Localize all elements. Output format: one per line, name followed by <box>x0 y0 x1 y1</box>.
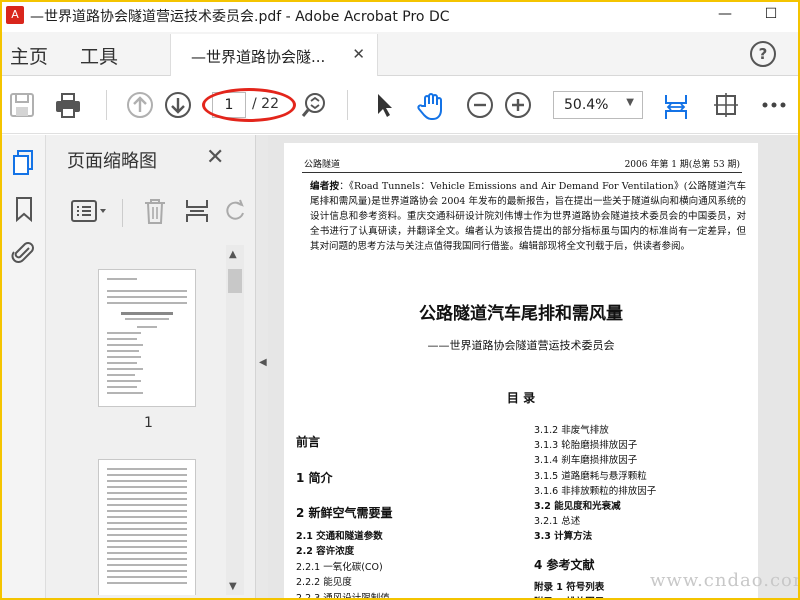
maximize-button[interactable]: ☐ <box>748 2 794 28</box>
toc-entry: 3.2 能见度和光衰减 <box>534 501 621 512</box>
thumbnail-scrollbar[interactable]: ▲ ▼ <box>226 245 244 595</box>
page-thumbnail[interactable] <box>98 459 196 595</box>
toc-entry: 2.2.2 能见度 <box>296 577 352 588</box>
thumbnail-options-icon[interactable] <box>70 197 110 225</box>
select-pointer-icon[interactable] <box>370 91 398 119</box>
acrobat-window: A —世界道路协会隧道营运技术委员会.pdf - Adobe Acrobat P… <box>2 2 798 598</box>
close-tab-icon[interactable]: ✕ <box>352 45 365 63</box>
title-bar: A —世界道路协会隧道营运技术委员会.pdf - Adobe Acrobat P… <box>2 2 798 28</box>
document-view[interactable]: 公路隧道 2006 年第 1 期(总第 53 期) 编者按：《Road Tunn… <box>268 135 798 598</box>
toc-heading: 目 录 <box>506 391 536 405</box>
toc-entry: 2.1 交通和隧道参数 <box>296 530 383 542</box>
thumbnail-page-number: 1 <box>144 415 153 431</box>
more-tools-icon[interactable] <box>760 91 788 119</box>
tab-bar: 主页 工具 —世界道路协会隧... ✕ ? <box>2 32 798 76</box>
full-screen-icon[interactable] <box>712 91 740 119</box>
document-subtitle: ——世界道路协会隧道营运技术委员会 <box>427 339 615 352</box>
save-icon[interactable] <box>8 91 36 119</box>
toc-entry: 2 新鲜空气需要量 <box>296 506 393 520</box>
toc-entry: 3.1.2 非废气排放 <box>534 425 609 436</box>
toc-entry: 3.1.3 轮胎磨损排放因子 <box>534 440 638 452</box>
toc-entry: 3.1.5 道路磨耗与悬浮颗粒 <box>534 470 647 482</box>
panel-title: 页面缩略图 <box>67 151 157 172</box>
panel-collapse-handle[interactable]: ◀ <box>256 135 268 598</box>
zoom-level-value: 50.4% <box>564 97 609 113</box>
tab-document[interactable]: —世界道路协会隧... ✕ <box>170 34 378 76</box>
thumbnails-panel: 页面缩略图 ✕ 1 ▲ ▼ <box>46 135 256 598</box>
insert-page-icon[interactable] <box>184 197 210 225</box>
pdf-page: 公路隧道 2006 年第 1 期(总第 53 期) 编者按：《Road Tunn… <box>284 143 758 598</box>
help-icon[interactable]: ? <box>750 41 776 67</box>
editor-note-text: ：《Road Tunnels：Vehicle Emissions and Air… <box>310 181 746 252</box>
toc-entry: 3.2.1 总述 <box>534 516 581 528</box>
toolbar-divider <box>106 90 107 120</box>
zoom-in-icon[interactable] <box>504 91 532 119</box>
window-title: —世界道路协会隧道营运技术委员会.pdf - Adobe Acrobat Pro… <box>30 9 450 25</box>
tab-tools[interactable]: 工具 <box>80 42 118 69</box>
toc-entry: 2.2 容许浓度 <box>296 546 355 557</box>
document-tab-label: —世界道路协会隧... <box>191 48 326 66</box>
hand-tool-icon[interactable] <box>416 91 444 120</box>
zoom-tool-icon[interactable] <box>300 91 328 119</box>
toc-entry: 2.2.3 通风设计限制值 <box>296 592 390 599</box>
page-thumbnail[interactable] <box>98 269 196 407</box>
toolbar: 1 / 22 50.4% ▼ <box>2 76 798 134</box>
fit-page-icon[interactable] <box>662 91 690 119</box>
delete-page-icon[interactable] <box>142 197 168 225</box>
toc-entry: 2.2.1 一氧化碳(CO) <box>296 561 383 573</box>
navigation-rail <box>2 135 46 598</box>
toc-entry: 3.3 计算方法 <box>534 531 593 543</box>
acrobat-logo-icon: A <box>6 6 24 24</box>
attachments-icon[interactable] <box>10 239 38 267</box>
running-header-right: 2006 年第 1 期(总第 53 期) <box>624 160 740 170</box>
toolbar-divider <box>347 90 348 120</box>
zoom-level-select[interactable]: 50.4% ▼ <box>553 91 643 119</box>
scroll-up-icon[interactable]: ▲ <box>229 249 237 260</box>
minimize-button[interactable]: — <box>702 2 748 28</box>
toc-entry: 1 简介 <box>296 470 333 485</box>
tab-home[interactable]: 主页 <box>10 42 48 69</box>
document-title: 公路隧道汽车尾排和需风量 <box>419 304 623 324</box>
zoom-out-icon[interactable] <box>466 91 494 119</box>
close-panel-icon[interactable]: ✕ <box>206 145 224 170</box>
collapse-left-icon: ◀ <box>259 357 267 368</box>
editor-note-label: 编者按 <box>310 181 340 192</box>
editor-note: 编者按：《Road Tunnels：Vehicle Emissions and … <box>310 179 746 254</box>
thumbnail-list: 1 <box>46 245 232 595</box>
page-thumbnails-icon[interactable] <box>10 149 38 177</box>
scrollbar-thumb[interactable] <box>228 269 242 293</box>
next-page-icon[interactable] <box>164 91 192 119</box>
toc-entry: 3.1.6 非排放颗粒的排放因子 <box>534 485 657 497</box>
toolbar-divider <box>122 199 123 227</box>
toc-entry: 附录 1 符号列表 <box>534 581 605 593</box>
toc-entry: 3.1.4 刹车磨损排放因子 <box>534 455 638 467</box>
print-icon[interactable] <box>54 91 82 119</box>
highlight-annotation <box>202 88 296 122</box>
bookmarks-icon[interactable] <box>10 195 38 223</box>
header-rule <box>302 172 742 173</box>
scroll-down-icon[interactable]: ▼ <box>229 581 237 592</box>
thumbnail-toolbar <box>46 193 246 233</box>
toc-entry: 前言 <box>296 435 321 449</box>
rotate-page-icon[interactable] <box>224 197 246 225</box>
chevron-down-icon: ▼ <box>626 97 634 108</box>
site-watermark: www.cndao.com <box>650 570 798 591</box>
previous-page-icon[interactable] <box>126 91 154 119</box>
toc-entry: 4 参考文献 <box>534 557 595 572</box>
running-header-left: 公路隧道 <box>304 160 341 170</box>
toc-entry: 附录 2 排放因子 <box>534 594 604 598</box>
